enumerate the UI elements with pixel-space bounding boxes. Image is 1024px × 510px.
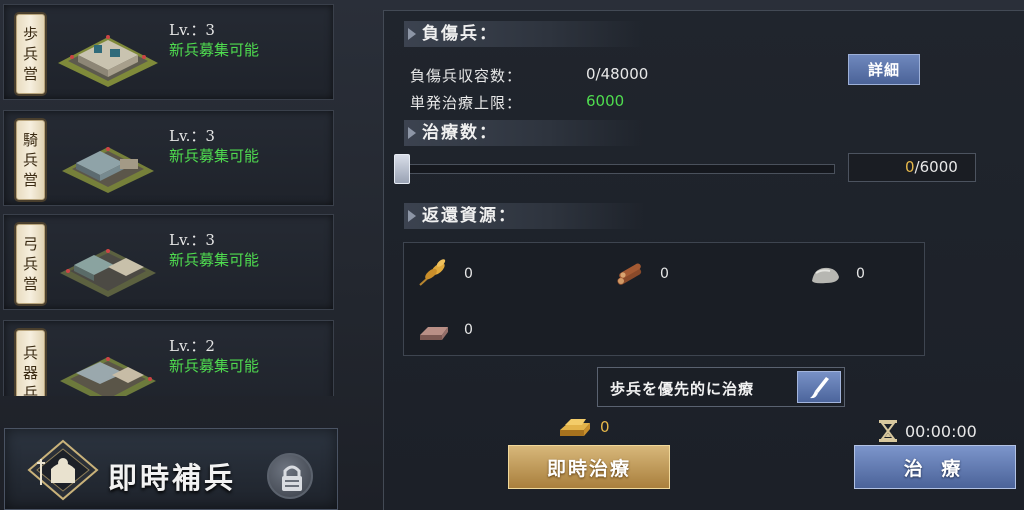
reinforce-emblem-icon [27,439,99,501]
building-name-plate: 兵 器 兵 [16,330,45,396]
resource-wood-value: 0 [660,266,669,282]
building-name-plate: 騎 兵 営 [16,120,45,200]
building-level: Lv.：2 [169,337,215,355]
building-level: Lv.：3 [169,21,215,39]
recruit-status: 新兵募集可能 [169,41,260,59]
return-resources-box: 0 0 0 0 [403,242,925,356]
gold-cost-value: 0 [600,418,610,436]
heal-timer: 00:00:00 [877,419,977,443]
barracks-scroll-area[interactable]: 歩 兵 営 Lv.：3 新兵募集可能 騎 兵 営 Lv.：3 新兵募集可能 弓 … [0,0,340,396]
building-name-plate: 歩 兵 営 [16,14,45,94]
plate-char: 弓 [22,235,38,253]
resource-grain-value: 0 [464,266,473,282]
recruit-status: 新兵募集可能 [169,251,260,269]
instant-reinforce-button[interactable]: 即時補兵 [4,428,338,510]
infirmary-panel: 負傷兵： 負傷兵収容数： 0/48000 単発治療上限： 6000 詳細 治療数… [383,10,1024,510]
siege-camp-building-image [60,357,156,396]
hourglass-icon [879,420,897,442]
heal-limit-label: 単発治療上限： [410,94,523,112]
heal-count-current: 0 [905,158,915,176]
gold-ingot-icon [560,419,590,436]
return-resources-section-title: 返還資源： [404,203,644,229]
heal-count-field[interactable]: 0/6000 [848,153,976,182]
plate-char: 営 [22,65,38,83]
prioritize-infantry-label: 歩兵を優先的に治療 [610,380,755,398]
building-name-plate: 弓 兵 営 [16,224,45,304]
resource-grain: 0 [416,259,496,289]
building-card-siege[interactable]: 兵 器 兵 Lv.：2 新兵募集可能 [3,320,334,396]
grain-icon [419,259,446,286]
archer-camp-building-image [60,249,156,297]
lock-icon [267,453,313,499]
plate-char: 営 [22,171,38,189]
instant-heal-button[interactable]: 即時治療 [508,445,670,489]
plate-char: 器 [22,364,38,382]
heal-button[interactable]: 治 療 [854,445,1016,489]
heal-timer-value: 00:00:00 [905,422,977,441]
gold-cost: 0 [556,414,610,440]
iron-icon [420,327,448,340]
building-card-cavalry[interactable]: 騎 兵 営 Lv.：3 新兵募集可能 [3,110,334,206]
plate-char: 兵 [22,45,38,63]
instant-reinforce-label: 即時補兵 [108,461,237,495]
heal-count-max: /6000 [914,158,958,176]
resource-stone-value: 0 [856,266,865,282]
heal-count-slider-track[interactable] [399,164,835,174]
plate-char: 兵 [22,384,38,396]
building-card-archer[interactable]: 弓 兵 営 Lv.：3 新兵募集可能 [3,214,334,310]
plate-char: 騎 [22,131,38,149]
prioritize-infantry-button[interactable]: 歩兵を優先的に治療 [597,367,845,407]
recruit-status: 新兵募集可能 [169,147,260,165]
heal-limit-value: 6000 [586,92,625,110]
plate-char: 兵 [22,344,38,362]
building-card-infantry[interactable]: 歩 兵 営 Lv.：3 新兵募集可能 [3,4,334,100]
stone-icon [812,267,839,284]
detail-button[interactable]: 詳細 [848,54,920,85]
resource-iron: 0 [416,315,496,345]
resource-iron-value: 0 [464,322,473,338]
plate-char: 兵 [22,151,38,169]
resource-stone: 0 [808,259,888,289]
wounded-capacity-value: 0/48000 [586,65,649,83]
wounded-section-title: 負傷兵： [404,21,644,47]
plate-char: 営 [22,275,38,293]
heal-count-section-title: 治療数： [404,120,644,146]
wounded-capacity-label: 負傷兵収容数： [410,67,523,85]
barracks-list: 歩 兵 営 Lv.：3 新兵募集可能 騎 兵 営 Lv.：3 新兵募集可能 弓 … [0,0,340,510]
recruit-status: 新兵募集可能 [169,357,260,375]
resource-wood: 0 [612,259,692,289]
brush-icon [797,371,841,403]
plate-char: 兵 [22,255,38,273]
infantry-camp-building-image [58,35,158,87]
building-level: Lv.：3 [169,127,215,145]
plate-char: 歩 [22,25,38,43]
cavalry-camp-building-image [62,147,154,193]
heal-count-slider-handle[interactable] [394,154,410,184]
building-level: Lv.：3 [169,231,215,249]
wood-icon [617,263,642,285]
